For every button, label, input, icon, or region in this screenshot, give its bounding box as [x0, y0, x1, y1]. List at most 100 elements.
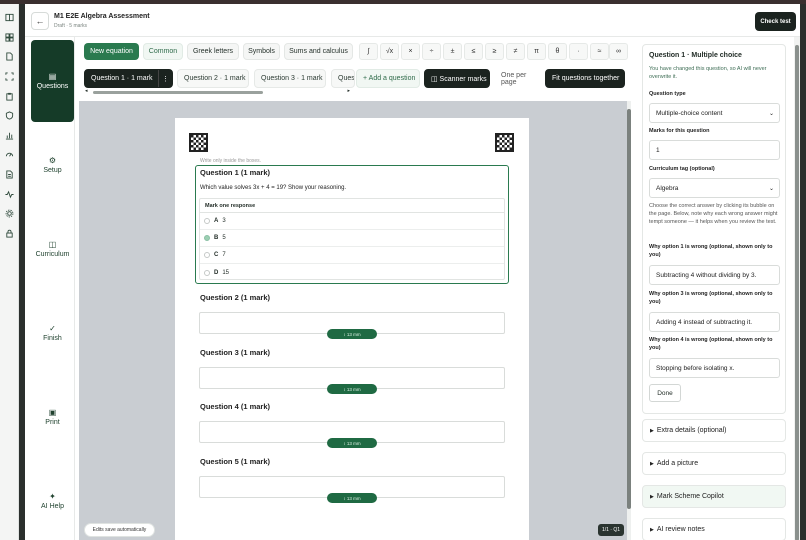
option-b[interactable]: B5: [200, 230, 504, 247]
caret-right-icon: ▶: [650, 427, 654, 434]
answer-bubble[interactable]: [204, 252, 210, 258]
clipboard-icon[interactable]: [0, 86, 19, 106]
tab-question-1[interactable]: Question 1 · 1 mark ⋮: [84, 69, 173, 88]
book-icon[interactable]: [0, 8, 19, 28]
document-icon[interactable]: [0, 47, 19, 67]
answer-height-handle[interactable]: ↕ 13 mm: [327, 329, 377, 339]
option-d[interactable]: D 15: [200, 264, 504, 281]
answer-bubble-selected[interactable]: [204, 235, 210, 241]
window-edge: [800, 4, 806, 540]
accordion-label: Extra details (optional): [656, 427, 727, 434]
page-subtitle: Draft · 5 marks: [54, 23, 88, 29]
nav-ai-help[interactable]: ✦ AI Help: [31, 460, 74, 540]
why-option-3-label: Why option 3 is wrong (optional, shown o…: [649, 291, 773, 305]
nav-curriculum[interactable]: ◫ Curriculum: [31, 208, 74, 290]
check-test-button[interactable]: Check test: [755, 12, 796, 31]
autosave-status: Edits save automatically: [84, 523, 155, 537]
scrollbar-thumb[interactable]: [93, 91, 263, 94]
gauge-icon[interactable]: [0, 145, 19, 165]
nav-label: Finish: [43, 335, 62, 342]
chevron-down-icon: ⌄: [768, 185, 774, 192]
plusminus-symbol-button[interactable]: ±: [443, 43, 462, 60]
tab-question-3[interactable]: Question 3 · 1 mark: [254, 69, 326, 88]
scroll-right-icon[interactable]: ▸: [347, 88, 350, 94]
scanner-marks-button[interactable]: ◫ Scanner marks: [424, 69, 490, 88]
nav-label: Curriculum: [35, 251, 70, 258]
why-option-3-input[interactable]: Adding 4 instead of subtracting it.: [649, 312, 780, 332]
done-button[interactable]: Done: [649, 384, 681, 402]
question-4-title[interactable]: Question 4 (1 mark): [200, 402, 270, 411]
add-question-button[interactable]: + Add a question: [356, 69, 420, 88]
ai-lock-note: You have changed this question, so AI wi…: [649, 66, 767, 80]
tabs-scrollbar[interactable]: ◂ ▸: [85, 88, 350, 94]
question-2-title[interactable]: Question 2 (1 mark): [200, 293, 270, 302]
integral-symbol-button[interactable]: ∫: [359, 43, 378, 60]
question-1-text[interactable]: Which value solves 3x + 4 = 19? Show you…: [200, 185, 346, 191]
shield-icon[interactable]: [0, 106, 19, 126]
option-a[interactable]: A3: [200, 213, 504, 230]
leq-symbol-button[interactable]: ≤: [464, 43, 483, 60]
pulse-icon[interactable]: [0, 184, 19, 204]
mark-scheme-copilot-accordion[interactable]: ▶ Mark Scheme Copilot: [642, 485, 786, 508]
tab-question-2[interactable]: Question 2 · 1 mark: [177, 69, 249, 88]
common-tab[interactable]: Common: [143, 43, 183, 60]
option-letter: A: [214, 218, 219, 224]
select-value: Multiple-choice content: [656, 109, 723, 117]
answer-bubble[interactable]: [204, 218, 210, 224]
grid-icon[interactable]: [0, 28, 19, 48]
canvas-scrollbar[interactable]: [627, 101, 631, 540]
extra-details-accordion[interactable]: ▶ Extra details (optional): [642, 419, 786, 442]
option-c[interactable]: C7: [200, 247, 504, 264]
answer-height-handle[interactable]: ↕ 13 mm: [327, 384, 377, 394]
nav-setup[interactable]: ⚙ Setup: [31, 124, 74, 206]
question-type-select[interactable]: Multiple-choice content ⌄: [649, 103, 780, 123]
geq-symbol-button[interactable]: ≥: [485, 43, 504, 60]
chart-icon[interactable]: [0, 126, 19, 146]
nav-print[interactable]: ▣ Print: [31, 376, 74, 458]
times-symbol-button[interactable]: ×: [401, 43, 420, 60]
symbols-tab[interactable]: Symbols: [243, 43, 280, 60]
dot-symbol-button[interactable]: ·: [569, 43, 588, 60]
lock-icon[interactable]: [0, 224, 19, 244]
infinity-symbol-button[interactable]: ∞: [609, 43, 628, 60]
neq-symbol-button[interactable]: ≠: [506, 43, 525, 60]
scrollbar-thumb[interactable]: [627, 109, 631, 509]
divide-symbol-button[interactable]: ÷: [422, 43, 441, 60]
one-per-page-toggle[interactable]: One per page: [494, 69, 544, 88]
answer-bubble[interactable]: [204, 269, 210, 276]
scan-icon[interactable]: [0, 67, 19, 87]
scrollbar-thumb[interactable]: [795, 45, 799, 540]
nav-questions[interactable]: ▤ Questions: [31, 40, 74, 122]
back-button[interactable]: ←: [31, 12, 49, 30]
answer-height-handle[interactable]: ↕ 13 mm: [327, 493, 377, 503]
marks-input[interactable]: 1: [649, 140, 780, 160]
curriculum-tag-select[interactable]: Algebra ⌄: [649, 178, 780, 198]
answer-height-handle[interactable]: ↕ 13 mm: [327, 438, 377, 448]
scroll-left-icon[interactable]: ◂: [85, 88, 88, 94]
caret-right-icon: ▶: [650, 460, 654, 467]
add-picture-accordion[interactable]: ▶ Add a picture: [642, 452, 786, 475]
pi-symbol-button[interactable]: π: [527, 43, 546, 60]
question-5-title[interactable]: Question 5 (1 mark): [200, 457, 270, 466]
theta-symbol-button[interactable]: θ: [548, 43, 567, 60]
ai-review-notes-accordion[interactable]: ▶ AI review notes: [642, 518, 786, 540]
check-icon: ✓: [49, 324, 56, 333]
option-value: 5: [222, 235, 226, 241]
greek-letters-tab[interactable]: Greek letters: [187, 43, 239, 60]
fit-questions-together-toggle[interactable]: Fit questions together: [545, 69, 625, 88]
new-equation-button[interactable]: New equation: [84, 43, 139, 60]
question-3-title[interactable]: Question 3 (1 mark): [200, 348, 270, 357]
sums-calculus-tab[interactable]: Sums and calculus: [284, 43, 353, 60]
why-option-4-input[interactable]: Stopping before isolating x.: [649, 358, 780, 378]
why-option-1-input[interactable]: Subtracting 4 without dividing by 3.: [649, 265, 780, 285]
gear-icon[interactable]: [0, 204, 19, 224]
sqrt-symbol-button[interactable]: √x: [380, 43, 399, 60]
tab-question-4[interactable]: Ques: [331, 69, 355, 88]
section-nav: ▤ Questions ⚙ Setup ◫ Curriculum ✓ Finish ▣ P…: [25, 37, 75, 540]
file-icon[interactable]: [0, 165, 19, 185]
accordion-label: Add a picture: [656, 460, 699, 467]
approx-symbol-button[interactable]: ≈: [590, 43, 609, 60]
drag-handle-icon[interactable]: ⋮: [158, 70, 172, 87]
nav-label: Questions: [36, 83, 69, 90]
nav-finish[interactable]: ✓ Finish: [31, 292, 74, 374]
